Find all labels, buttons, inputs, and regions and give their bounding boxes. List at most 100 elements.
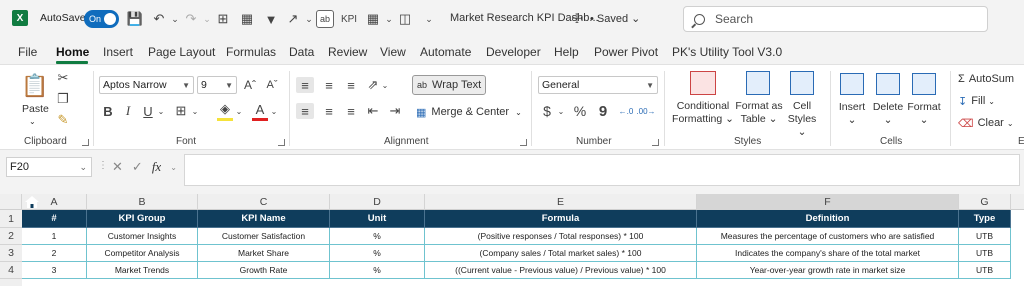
orientation-dropdown-icon[interactable]: ⌄: [380, 77, 390, 93]
autosave-toggle[interactable]: On: [84, 10, 119, 28]
table-cell[interactable]: 3: [22, 262, 87, 279]
align-center-icon[interactable]: ≡: [320, 103, 338, 119]
align-right-icon[interactable]: ≡: [342, 103, 360, 119]
wrap-quick-icon[interactable]: ab: [316, 10, 334, 28]
saved-status[interactable]: • Saved ⌄: [590, 12, 640, 25]
tab-view[interactable]: View: [380, 45, 406, 59]
row-header-2[interactable]: 2: [0, 228, 22, 245]
table-cell[interactable]: (Company sales / Total market sales) * 1…: [425, 245, 697, 262]
clear-button[interactable]: ⌫ Clear ⌄: [958, 115, 1024, 131]
filter-icon[interactable]: ▼: [262, 10, 280, 28]
align-top-icon[interactable]: ≡: [296, 77, 314, 93]
number-format-dropdown[interactable]: General ▼: [538, 76, 658, 94]
increase-indent-icon[interactable]: ⇥: [386, 103, 404, 119]
tab-data[interactable]: Data: [289, 45, 314, 59]
table-header-cell[interactable]: KPI Name: [198, 210, 330, 228]
column-header-g[interactable]: G: [959, 194, 1011, 210]
tab-review[interactable]: Review: [328, 45, 367, 59]
wrap-text-button[interactable]: ab Wrap Text: [412, 75, 486, 95]
align-left-icon[interactable]: ≡: [296, 103, 314, 119]
borders-dropdown-icon[interactable]: ⌄: [190, 103, 200, 119]
column-header-c[interactable]: C: [198, 194, 330, 210]
name-box[interactable]: F20 ⌄: [6, 157, 92, 177]
cell-styles-icon[interactable]: [790, 71, 814, 95]
table-cell[interactable]: ((Current value - Previous value) / Prev…: [425, 262, 697, 279]
table-header-cell[interactable]: Type: [959, 210, 1011, 228]
font-color-dropdown-icon[interactable]: ⌄: [269, 103, 279, 119]
kpi-icon[interactable]: KPI: [340, 10, 358, 28]
font-size-dropdown[interactable]: 9 ▼: [197, 76, 237, 94]
delete-cells-label[interactable]: Delete ⌄: [872, 101, 904, 127]
align-middle-icon[interactable]: ≡: [320, 77, 338, 93]
borders-icon[interactable]: ⊞: [173, 103, 189, 119]
table-header-cell[interactable]: #: [22, 210, 87, 228]
alignment-launcher-icon[interactable]: [520, 139, 527, 146]
cancel-icon[interactable]: ✕: [112, 159, 123, 175]
underline-dropdown-icon[interactable]: ⌄: [156, 103, 166, 119]
format-cells-label[interactable]: Format ⌄: [906, 101, 942, 127]
table-cell[interactable]: Competitor Analysis: [87, 245, 198, 262]
align-bottom-icon[interactable]: ≡: [342, 77, 360, 93]
table-cell[interactable]: Market Share: [198, 245, 330, 262]
table-cell[interactable]: UTB: [959, 245, 1011, 262]
format-painter-icon[interactable]: ✎: [56, 112, 70, 127]
table-cell[interactable]: %: [330, 262, 425, 279]
table-cell[interactable]: 2: [22, 245, 87, 262]
tab-file[interactable]: File: [18, 45, 37, 59]
autosum-button[interactable]: Σ AutoSum: [958, 71, 1024, 87]
font-launcher-icon[interactable]: [278, 139, 285, 146]
currency-icon[interactable]: $: [540, 103, 554, 119]
table-header-cell[interactable]: Definition: [697, 210, 959, 228]
bold-icon[interactable]: B: [101, 103, 115, 119]
fill-color-icon[interactable]: ◈: [217, 101, 233, 117]
search-box[interactable]: Search: [683, 6, 988, 32]
table-cell[interactable]: Market Trends: [87, 262, 198, 279]
insert-cells-label[interactable]: Insert ⌄: [836, 101, 868, 127]
table-cell[interactable]: (Positive responses / Total responses) *…: [425, 228, 697, 245]
table-header-cell[interactable]: Unit: [330, 210, 425, 228]
font-color-icon[interactable]: A: [252, 101, 268, 117]
tab-insert[interactable]: Insert: [103, 45, 133, 59]
table-cell[interactable]: Indicates the company's share of the tot…: [697, 245, 959, 262]
row-header-4[interactable]: 4: [0, 262, 22, 279]
table-cell[interactable]: Customer Satisfaction: [198, 228, 330, 245]
save-icon[interactable]: 💾: [126, 10, 144, 28]
tab-pk-utility-tool[interactable]: PK's Utility Tool V3.0: [672, 45, 782, 59]
borders-icon[interactable]: ⊞: [214, 10, 232, 28]
increase-font-icon[interactable]: Aˆ: [242, 77, 258, 93]
table-cell[interactable]: 1: [22, 228, 87, 245]
row-header-3[interactable]: 3: [0, 245, 22, 262]
italic-icon[interactable]: I: [121, 103, 135, 119]
row-header-1[interactable]: 1: [0, 210, 22, 228]
select-all-corner[interactable]: [0, 194, 22, 210]
home-icon[interactable]: [24, 195, 40, 209]
column-header-d[interactable]: D: [330, 194, 425, 210]
decrease-indent-icon[interactable]: ⇤: [364, 103, 382, 119]
currency-dropdown-icon[interactable]: ⌄: [556, 103, 566, 119]
format-as-table-label[interactable]: Format as Table ⌄: [733, 100, 785, 126]
table-cell[interactable]: Customer Insights: [87, 228, 198, 245]
copy-icon[interactable]: ❐: [56, 91, 70, 106]
conditional-formatting-label[interactable]: Conditional Formatting ⌄: [672, 100, 734, 126]
fx-dropdown-icon[interactable]: ⌄: [170, 163, 177, 172]
conditional-formatting-icon[interactable]: [690, 71, 716, 95]
decrease-decimal-icon[interactable]: .00→: [636, 102, 655, 120]
table-cell[interactable]: Growth Rate: [198, 262, 330, 279]
table-cell[interactable]: UTB: [959, 228, 1011, 245]
tab-formulas[interactable]: Formulas: [226, 45, 276, 59]
merge-center-button[interactable]: ▦ Merge & Center ⌄: [412, 102, 526, 122]
increase-decimal-icon[interactable]: ←.0: [618, 102, 634, 120]
tab-developer[interactable]: Developer: [486, 45, 541, 59]
table-header-cell[interactable]: KPI Group: [87, 210, 198, 228]
column-header-f[interactable]: F: [697, 194, 959, 210]
tab-home[interactable]: Home: [56, 45, 89, 59]
insert-cells-icon[interactable]: [840, 73, 864, 95]
table-cell[interactable]: Measures the percentage of customers who…: [697, 228, 959, 245]
customize-qat-icon[interactable]: ⌄: [420, 10, 438, 28]
fill-dropdown-icon[interactable]: ⌄: [234, 103, 244, 119]
table-cell[interactable]: Year-over-year growth rate in market siz…: [697, 262, 959, 279]
table-header-cell[interactable]: Formula: [425, 210, 697, 228]
paste-dropdown-icon[interactable]: ⌄: [29, 115, 36, 128]
percent-icon[interactable]: %: [572, 103, 588, 119]
table-icon[interactable]: ▦: [238, 10, 256, 28]
